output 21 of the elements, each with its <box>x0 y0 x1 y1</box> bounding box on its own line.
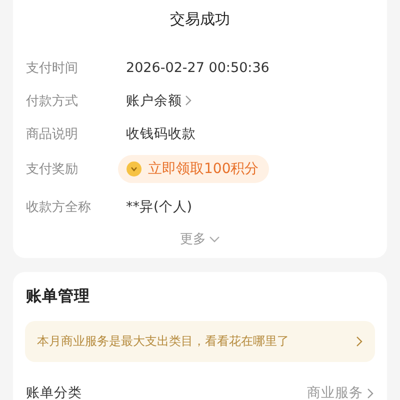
detail-value: **异(个人) <box>126 198 192 216</box>
detail-value: 2026-02-27 00:50:36 <box>126 60 270 76</box>
chevron-right-icon <box>185 95 192 106</box>
chevron-right-icon <box>356 336 363 347</box>
spending-tip-banner[interactable]: 本月商业服务是最大支出类目，看看花在哪里了 <box>25 321 375 362</box>
section-title: 账单管理 <box>26 286 91 307</box>
reward-button[interactable]: 立即领取100积分 <box>118 155 269 183</box>
chevron-down-icon <box>209 236 220 242</box>
category-value-button[interactable]: 商业服务 <box>307 384 374 400</box>
transaction-status: 交易成功 <box>169 10 231 29</box>
detail-label: 支付时间 <box>26 60 79 76</box>
payment-method-link[interactable]: 账户余额 <box>126 92 192 110</box>
coin-icon <box>126 161 142 177</box>
chevron-right-icon <box>367 388 374 398</box>
detail-label: 收款方全称 <box>26 199 92 216</box>
detail-value: 收钱码收款 <box>126 124 196 142</box>
category-label: 账单分类 <box>26 384 82 400</box>
detail-label: 支付奖励 <box>26 161 79 178</box>
detail-label: 付款方式 <box>26 92 79 110</box>
detail-label: 商品说明 <box>26 126 79 142</box>
more-button[interactable]: 更多 <box>180 230 220 248</box>
